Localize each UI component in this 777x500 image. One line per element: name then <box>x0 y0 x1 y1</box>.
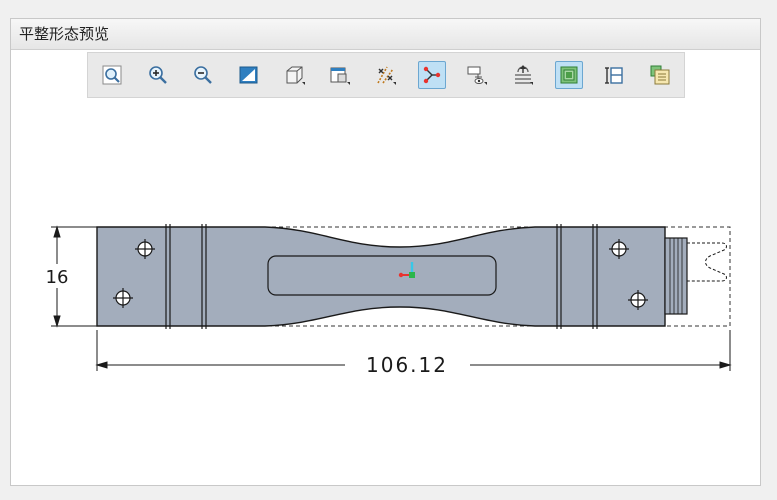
flat-pattern-preview: 16 106.12 <box>40 224 732 377</box>
dimension-length-label: 106.12 <box>366 353 448 377</box>
dimension-height-label: 16 <box>46 267 69 288</box>
part-slot-tab <box>687 242 727 282</box>
part-center-slot <box>267 255 497 296</box>
part-end-tab <box>664 237 688 315</box>
